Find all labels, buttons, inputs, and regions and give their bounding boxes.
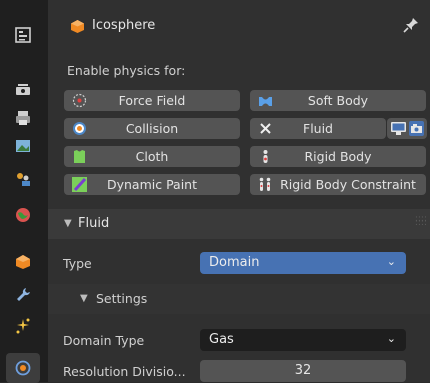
camera-icon[interactable] — [408, 120, 425, 137]
printer-icon — [16, 111, 30, 125]
wrench-icon — [17, 288, 30, 301]
world-tab[interactable] — [6, 200, 40, 230]
resolution-field[interactable]: 32 — [200, 360, 406, 382]
settings-title: Settings — [96, 291, 148, 306]
object-tab[interactable] — [6, 247, 40, 277]
resolution-label: Resolution Divisio... — [63, 364, 186, 379]
fluid-panel-header[interactable]: ▼ Fluid :::::::: — [48, 209, 430, 239]
pin-icon[interactable] — [402, 16, 420, 34]
object-name: Icosphere — [92, 18, 156, 33]
view-layer-tab[interactable] — [6, 131, 40, 161]
drag-handle-icon[interactable]: :::::::: — [415, 215, 427, 228]
orange-mesh-icon — [71, 20, 84, 33]
expand-triangle-icon: ▼ — [80, 293, 88, 304]
physics-tab[interactable] — [6, 353, 40, 383]
image-icon — [16, 140, 30, 152]
monitor-icon[interactable] — [390, 120, 407, 137]
expand-triangle-icon: ▼ — [64, 218, 72, 229]
chevron-down-icon: ⌄ — [386, 332, 396, 345]
particles-icon — [16, 318, 30, 334]
dynamic-paint-button[interactable]: Dynamic Paint — [64, 174, 240, 195]
chevron-down-icon: ⌄ — [386, 255, 396, 268]
modifiers-tab[interactable] — [6, 280, 40, 310]
properties-main: Icosphere Enable physics for: Force Fiel… — [48, 0, 430, 382]
soft-body-button[interactable]: Soft Body — [250, 90, 426, 111]
type-dropdown[interactable]: Domain ⌄ — [200, 252, 406, 274]
fluid-visibility-toggles — [387, 118, 427, 139]
scene-icon — [17, 173, 30, 186]
force-field-button[interactable]: Force Field — [64, 90, 240, 111]
fluid-panel-title: Fluid — [78, 216, 110, 231]
fluid-button[interactable]: Fluid — [250, 118, 386, 139]
properties-tab-bar — [0, 0, 48, 383]
output-tab[interactable] — [6, 103, 40, 133]
world-icon — [16, 208, 30, 222]
scene-tab[interactable] — [6, 164, 40, 194]
domain-type-label: Domain Type — [63, 333, 145, 348]
rigid-body-constraint-button[interactable]: Rigid Body Constraint — [250, 174, 426, 195]
rigid-body-button[interactable]: Rigid Body — [250, 146, 426, 167]
tool-tab[interactable] — [6, 20, 40, 50]
render-tab[interactable] — [6, 75, 40, 105]
object-icon — [16, 255, 30, 269]
type-label: Type — [63, 256, 92, 271]
physics-icon — [15, 360, 31, 376]
properties-header: Icosphere — [48, 0, 430, 52]
collision-button[interactable]: Collision — [64, 118, 240, 139]
render-icon — [16, 84, 30, 95]
settings-subpanel-header[interactable]: ▼ Settings — [48, 284, 430, 314]
tool-settings-icon — [15, 27, 31, 43]
enable-physics-label: Enable physics for: — [67, 63, 186, 78]
particles-tab[interactable] — [6, 311, 40, 341]
domain-type-dropdown[interactable]: Gas ⌄ — [200, 329, 406, 351]
cloth-button[interactable]: Cloth — [64, 146, 240, 167]
